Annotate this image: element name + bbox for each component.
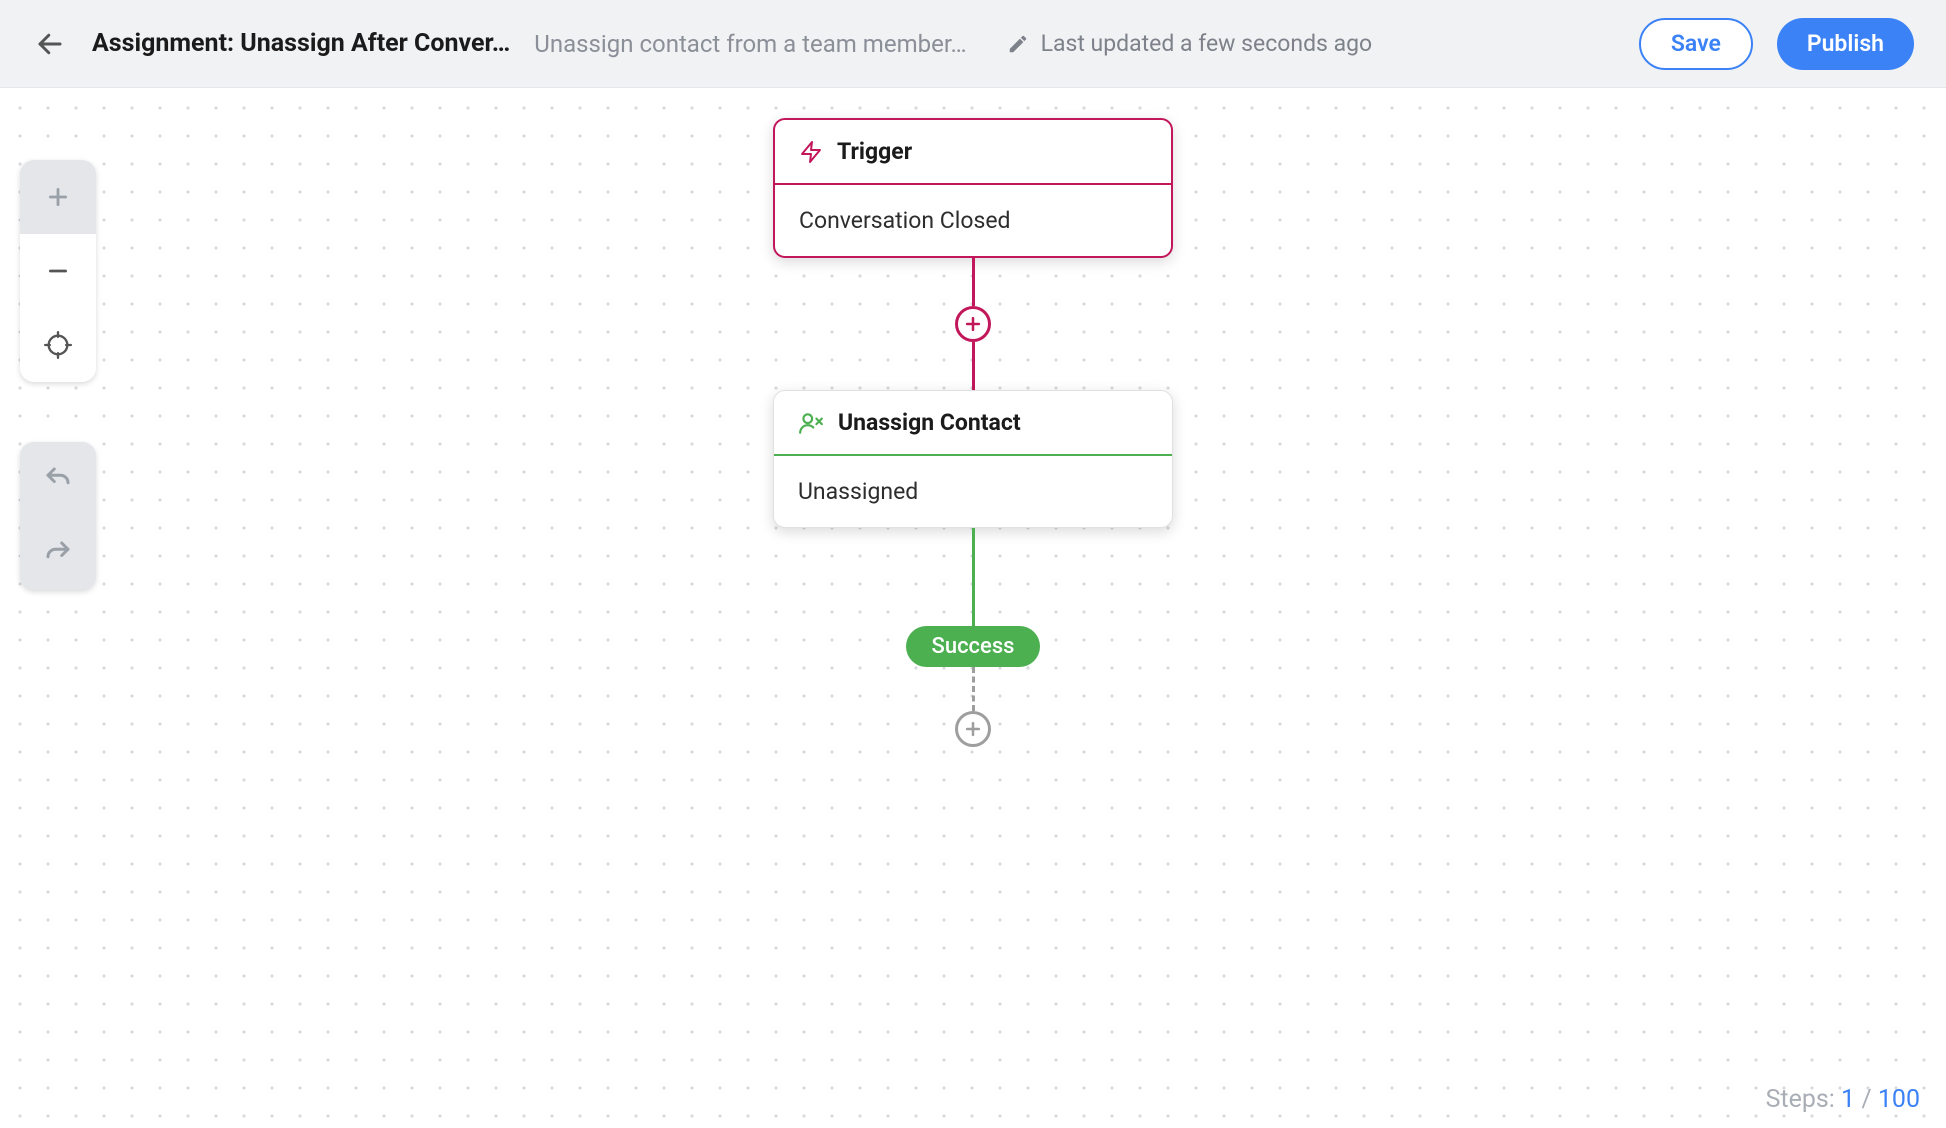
- last-updated-text: Last updated a few seconds ago: [1041, 30, 1373, 57]
- flow-column: Trigger Conversation Closed Unassign Con…: [773, 118, 1173, 747]
- success-pill: Success: [906, 626, 1041, 667]
- connector-segment: [972, 342, 975, 390]
- minus-icon: [45, 258, 71, 284]
- trigger-node-header: Trigger: [775, 120, 1171, 185]
- crosshair-icon: [44, 331, 72, 359]
- zoom-tool-group: [20, 160, 96, 382]
- steps-current: 1: [1841, 1085, 1855, 1114]
- connector-segment: [972, 258, 975, 306]
- workflow-subtitle[interactable]: Unassign contact from a team member…: [534, 30, 966, 58]
- action-node-header: Unassign Contact: [774, 391, 1172, 456]
- redo-icon: [43, 538, 73, 568]
- canvas-tool-stack: [20, 160, 96, 590]
- plus-icon: [963, 314, 983, 334]
- zoom-out-button[interactable]: [20, 234, 96, 308]
- undo-icon: [43, 464, 73, 494]
- undo-button[interactable]: [20, 442, 96, 516]
- connector-segment: [972, 528, 975, 626]
- workflow-canvas[interactable]: Trigger Conversation Closed Unassign Con…: [0, 88, 1946, 1128]
- arrow-left-icon: [35, 29, 65, 59]
- trigger-node-title: Trigger: [837, 138, 912, 165]
- zoom-in-button[interactable]: [20, 160, 96, 234]
- steps-label: Steps:: [1766, 1085, 1835, 1114]
- header-bar: Assignment: Unassign After Conver… Unass…: [0, 0, 1946, 88]
- pencil-icon: [1007, 33, 1029, 55]
- trigger-node[interactable]: Trigger Conversation Closed: [773, 118, 1173, 258]
- user-unassign-icon: [798, 410, 824, 436]
- plus-icon: [963, 719, 983, 739]
- action-node-title: Unassign Contact: [838, 409, 1021, 436]
- recenter-button[interactable]: [20, 308, 96, 382]
- workflow-title[interactable]: Assignment: Unassign After Conver…: [92, 29, 510, 58]
- plus-icon: [45, 184, 71, 210]
- trigger-node-body: Conversation Closed: [775, 185, 1171, 256]
- save-button[interactable]: Save: [1639, 18, 1753, 70]
- steps-total: 100: [1878, 1085, 1920, 1114]
- steps-sep: /: [1861, 1085, 1871, 1114]
- redo-button[interactable]: [20, 516, 96, 590]
- connector-dashed: [972, 667, 975, 711]
- action-node[interactable]: Unassign Contact Unassigned: [773, 390, 1173, 528]
- steps-counter: Steps: 1 / 100: [1766, 1085, 1920, 1114]
- lightning-icon: [799, 140, 823, 164]
- action-node-body: Unassigned: [774, 456, 1172, 527]
- last-updated: Last updated a few seconds ago: [1007, 30, 1373, 57]
- back-button[interactable]: [32, 26, 68, 62]
- add-terminal-step-button[interactable]: [955, 711, 991, 747]
- publish-button[interactable]: Publish: [1777, 18, 1914, 70]
- add-step-button[interactable]: [955, 306, 991, 342]
- history-tool-group: [20, 442, 96, 590]
